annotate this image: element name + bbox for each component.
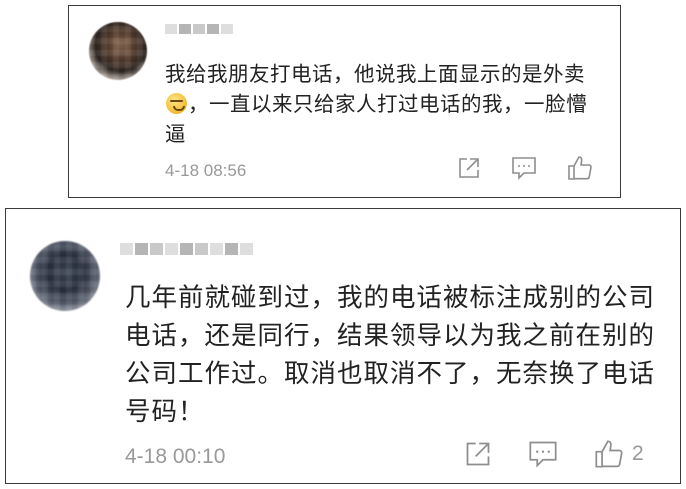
- share-icon: [459, 158, 479, 178]
- comment-text: 我给我朋友打电话，他说我上面显示的是外卖，一直以来只给家人打过电话的我，一脸懵逼: [165, 62, 587, 146]
- comment-icon: [512, 157, 536, 180]
- thumbs-up-icon: [568, 156, 592, 180]
- reply-button[interactable]: [511, 156, 537, 180]
- reply-button[interactable]: [528, 440, 558, 468]
- blurred-user-name[interactable]: [120, 243, 253, 255]
- avatar[interactable]: [89, 22, 147, 80]
- comment-text: 几年前就碰到过，我的电话被标注成别的公司电话，还是同行，结果领导以为我之前在别的…: [125, 283, 656, 427]
- comment-card: 几年前就碰到过，我的电话被标注成别的公司电话，还是同行，结果领导以为我之前在别的…: [5, 208, 681, 484]
- comment-actions: [457, 155, 601, 181]
- comment-icon: [529, 441, 557, 468]
- share-button[interactable]: [464, 440, 492, 468]
- blurred-user-name[interactable]: [165, 24, 233, 34]
- grimace-emoji-icon: [166, 93, 187, 114]
- like-button[interactable]: 2: [594, 439, 644, 469]
- share-icon: [466, 442, 490, 466]
- thumbs-up-icon: [595, 440, 623, 468]
- comment-timestamp: 4-18 00:10: [125, 445, 226, 468]
- comment-card: 我给我朋友打电话，他说我上面显示的是外卖，一直以来只给家人打过电话的我，一脸懵逼…: [68, 5, 621, 198]
- comment-timestamp: 4-18 08:56: [165, 161, 247, 180]
- like-button[interactable]: [567, 155, 601, 181]
- comment-actions: 2: [464, 439, 644, 469]
- avatar[interactable]: [30, 241, 100, 311]
- share-button[interactable]: [457, 156, 481, 180]
- like-count: 2: [632, 442, 644, 465]
